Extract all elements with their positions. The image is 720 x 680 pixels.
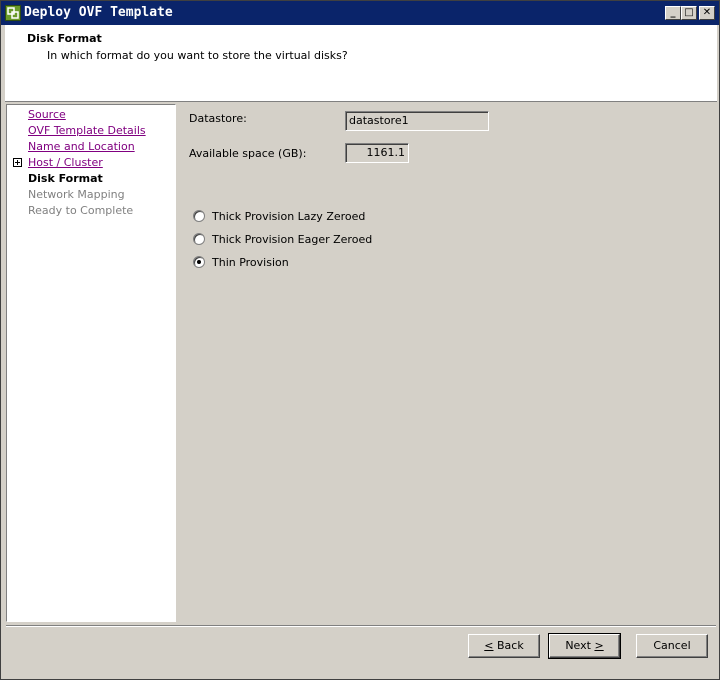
radio-thin-provision[interactable]: [193, 256, 205, 268]
back-button[interactable]: < Back: [468, 634, 540, 658]
close-button[interactable]: ✕: [699, 6, 715, 20]
vsphere-app-icon: [5, 5, 21, 21]
footer-divider: [6, 625, 716, 627]
available-space-field: 1161.1: [345, 143, 409, 163]
minimize-button[interactable]: _: [665, 6, 681, 20]
maximize-icon: □: [684, 7, 694, 18]
minimize-icon: _: [670, 7, 676, 18]
sidebar-item-host-cluster[interactable]: Host / Cluster: [28, 156, 103, 170]
datastore-label: Datastore:: [189, 112, 247, 125]
sidebar-item-name-and-location[interactable]: Name and Location: [28, 140, 135, 154]
page-title: Disk Format: [27, 32, 102, 45]
sidebar-item-network-mapping: Network Mapping: [28, 188, 125, 201]
cancel-button[interactable]: Cancel: [636, 634, 708, 658]
datastore-field: datastore1: [345, 111, 489, 131]
back-accelerator: <: [484, 639, 494, 652]
sidebar-item-ready-to-complete: Ready to Complete: [28, 204, 134, 217]
disk-format-panel: Datastore: datastore1 Available space (G…: [177, 104, 717, 622]
next-button[interactable]: Next >: [548, 633, 621, 659]
option-label: Thick Provision Eager Zeroed: [212, 233, 373, 246]
option-label: Thin Provision: [212, 256, 289, 269]
expand-icon[interactable]: [13, 158, 22, 167]
available-space-label: Available space (GB):: [189, 147, 307, 160]
sidebar-item-source[interactable]: Source: [28, 108, 66, 122]
wizard-steps-sidebar: Source OVF Template Details Name and Loc…: [6, 104, 176, 622]
window-title: Deploy OVF Template: [24, 5, 173, 20]
radio-thick-eager-zeroed[interactable]: [193, 233, 205, 245]
title-bar[interactable]: Deploy OVF Template _ □ ✕: [1, 1, 719, 25]
sidebar-item-disk-format: Disk Format: [28, 172, 103, 185]
next-accelerator: >: [594, 639, 604, 652]
next-label: Next: [565, 639, 595, 652]
close-icon: ✕: [702, 7, 712, 18]
back-label: Back: [493, 639, 524, 652]
page-subtitle: In which format do you want to store the…: [47, 49, 348, 62]
option-label: Thick Provision Lazy Zeroed: [212, 210, 366, 223]
radio-thick-lazy-zeroed[interactable]: [193, 210, 205, 222]
deploy-ovf-window: Deploy OVF Template _ □ ✕ Disk Format In…: [0, 0, 720, 680]
wizard-header: Disk Format In which format do you want …: [5, 25, 717, 102]
maximize-button[interactable]: □: [681, 6, 697, 20]
sidebar-item-ovf-template-details[interactable]: OVF Template Details: [28, 124, 146, 138]
